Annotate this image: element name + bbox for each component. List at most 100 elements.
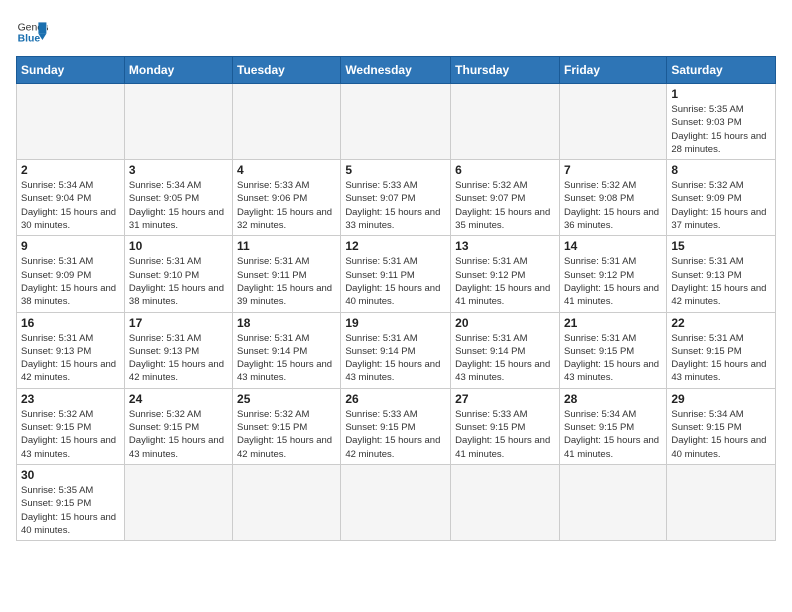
calendar-day bbox=[667, 464, 776, 540]
calendar-day: 20 Sunrise: 5:31 AMSunset: 9:14 PMDayligh… bbox=[451, 312, 560, 388]
day-info: Sunrise: 5:32 AMSunset: 9:15 PMDaylight:… bbox=[129, 408, 228, 461]
calendar-day: 23Sunrise: 5:32 AMSunset: 9:15 PMDayligh… bbox=[17, 388, 125, 464]
calendar-day: 11 Sunrise: 5:31 AMSunset: 9:11 PMDayligh… bbox=[233, 236, 341, 312]
day-number: 11 bbox=[237, 239, 336, 253]
calendar-week-2: 2 Sunrise: 5:34 AMSunset: 9:04 PMDaylight… bbox=[17, 160, 776, 236]
calendar-day: 2 Sunrise: 5:34 AMSunset: 9:04 PMDaylight… bbox=[17, 160, 125, 236]
calendar-day bbox=[233, 84, 341, 160]
calendar-day: 3 Sunrise: 5:34 AMSunset: 9:05 PMDaylight… bbox=[124, 160, 232, 236]
calendar-day: 28Sunrise: 5:34 AMSunset: 9:15 PMDayligh… bbox=[559, 388, 666, 464]
day-number: 2 bbox=[21, 163, 120, 177]
day-info: Sunrise: 5:33 AMSunset: 9:15 PMDaylight:… bbox=[455, 408, 555, 461]
day-number: 12 bbox=[345, 239, 446, 253]
calendar-day: 7 Sunrise: 5:32 AMSunset: 9:08 PMDaylight… bbox=[559, 160, 666, 236]
calendar-day: 30Sunrise: 5:35 AMSunset: 9:15 PMDayligh… bbox=[17, 464, 125, 540]
day-number: 26 bbox=[345, 392, 446, 406]
calendar-day: 29 Sunrise: 5:34 AMSunset: 9:15 PMDayligh… bbox=[667, 388, 776, 464]
day-info: Sunrise: 5:31 AMSunset: 9:15 PMDaylight:… bbox=[671, 332, 771, 385]
day-number: 22 bbox=[671, 316, 771, 330]
day-number: 5 bbox=[345, 163, 446, 177]
calendar-day bbox=[559, 464, 666, 540]
calendar-day: 12 Sunrise: 5:31 AMSunset: 9:11 PMDayligh… bbox=[341, 236, 451, 312]
day-info: Sunrise: 5:32 AMSunset: 9:07 PMDaylight:… bbox=[455, 179, 555, 232]
day-number: 24 bbox=[129, 392, 228, 406]
calendar-day: 6 Sunrise: 5:32 AMSunset: 9:07 PMDaylight… bbox=[451, 160, 560, 236]
calendar-week-3: 9 Sunrise: 5:31 AMSunset: 9:09 PMDaylight… bbox=[17, 236, 776, 312]
day-number: 8 bbox=[671, 163, 771, 177]
day-info: Sunrise: 5:34 AMSunset: 9:15 PMDaylight:… bbox=[564, 408, 662, 461]
calendar-day: 24 Sunrise: 5:32 AMSunset: 9:15 PMDayligh… bbox=[124, 388, 232, 464]
day-number: 17 bbox=[129, 316, 228, 330]
weekday-header-friday: Friday bbox=[559, 57, 666, 84]
page: General Blue SundayMondayTuesdayWednesda… bbox=[0, 0, 792, 557]
calendar-day: 18 Sunrise: 5:31 AMSunset: 9:14 PMDayligh… bbox=[233, 312, 341, 388]
calendar-week-4: 16 Sunrise: 5:31 AMSunset: 9:13 PMDayligh… bbox=[17, 312, 776, 388]
weekday-header-wednesday: Wednesday bbox=[341, 57, 451, 84]
calendar-day: 22 Sunrise: 5:31 AMSunset: 9:15 PMDayligh… bbox=[667, 312, 776, 388]
day-info: Sunrise: 5:31 AMSunset: 9:14 PMDaylight:… bbox=[237, 332, 336, 385]
calendar-week-6: 30Sunrise: 5:35 AMSunset: 9:15 PMDayligh… bbox=[17, 464, 776, 540]
calendar-day: 21 Sunrise: 5:31 AMSunset: 9:15 PMDayligh… bbox=[559, 312, 666, 388]
weekday-header-sunday: Sunday bbox=[17, 57, 125, 84]
day-number: 6 bbox=[455, 163, 555, 177]
calendar-day bbox=[451, 464, 560, 540]
day-info: Sunrise: 5:31 AMSunset: 9:14 PMDaylight:… bbox=[455, 332, 555, 385]
day-number: 30 bbox=[21, 468, 120, 482]
day-info: Sunrise: 5:31 AMSunset: 9:11 PMDaylight:… bbox=[345, 255, 446, 308]
calendar-day bbox=[124, 464, 232, 540]
day-info: Sunrise: 5:34 AMSunset: 9:05 PMDaylight:… bbox=[129, 179, 228, 232]
calendar-day: 25Sunrise: 5:32 AMSunset: 9:15 PMDayligh… bbox=[233, 388, 341, 464]
day-number: 15 bbox=[671, 239, 771, 253]
day-number: 25 bbox=[237, 392, 336, 406]
calendar-day: 1Sunrise: 5:35 AMSunset: 9:03 PMDaylight… bbox=[667, 84, 776, 160]
day-info: Sunrise: 5:31 AMSunset: 9:09 PMDaylight:… bbox=[21, 255, 120, 308]
calendar-day: 14Sunrise: 5:31 AMSunset: 9:12 PMDayligh… bbox=[559, 236, 666, 312]
day-number: 7 bbox=[564, 163, 662, 177]
day-number: 3 bbox=[129, 163, 228, 177]
calendar-day bbox=[341, 464, 451, 540]
day-number: 9 bbox=[21, 239, 120, 253]
day-info: Sunrise: 5:33 AMSunset: 9:15 PMDaylight:… bbox=[345, 408, 446, 461]
day-number: 29 bbox=[671, 392, 771, 406]
calendar-day: 16 Sunrise: 5:31 AMSunset: 9:13 PMDayligh… bbox=[17, 312, 125, 388]
calendar-day: 10Sunrise: 5:31 AMSunset: 9:10 PMDayligh… bbox=[124, 236, 232, 312]
day-number: 21 bbox=[564, 316, 662, 330]
day-info: Sunrise: 5:32 AMSunset: 9:08 PMDaylight:… bbox=[564, 179, 662, 232]
logo: General Blue bbox=[16, 16, 48, 48]
calendar-day: 8 Sunrise: 5:32 AMSunset: 9:09 PMDaylight… bbox=[667, 160, 776, 236]
calendar-day: 15 Sunrise: 5:31 AMSunset: 9:13 PMDayligh… bbox=[667, 236, 776, 312]
day-info: Sunrise: 5:31 AMSunset: 9:13 PMDaylight:… bbox=[129, 332, 228, 385]
day-info: Sunrise: 5:34 AMSunset: 9:04 PMDaylight:… bbox=[21, 179, 120, 232]
weekday-header-row: SundayMondayTuesdayWednesdayThursdayFrid… bbox=[17, 57, 776, 84]
calendar-table: SundayMondayTuesdayWednesdayThursdayFrid… bbox=[16, 56, 776, 541]
day-info: Sunrise: 5:33 AMSunset: 9:06 PMDaylight:… bbox=[237, 179, 336, 232]
svg-text:Blue: Blue bbox=[18, 34, 41, 45]
logo-icon: General Blue bbox=[16, 16, 48, 48]
day-info: Sunrise: 5:32 AMSunset: 9:15 PMDaylight:… bbox=[21, 408, 120, 461]
calendar-day: 5Sunrise: 5:33 AMSunset: 9:07 PMDaylight… bbox=[341, 160, 451, 236]
calendar-day bbox=[341, 84, 451, 160]
day-info: Sunrise: 5:34 AMSunset: 9:15 PMDaylight:… bbox=[671, 408, 771, 461]
day-number: 13 bbox=[455, 239, 555, 253]
day-number: 16 bbox=[21, 316, 120, 330]
day-number: 20 bbox=[455, 316, 555, 330]
calendar-day: 13 Sunrise: 5:31 AMSunset: 9:12 PMDayligh… bbox=[451, 236, 560, 312]
weekday-header-saturday: Saturday bbox=[667, 57, 776, 84]
day-number: 27 bbox=[455, 392, 555, 406]
weekday-header-tuesday: Tuesday bbox=[233, 57, 341, 84]
day-info: Sunrise: 5:31 AMSunset: 9:13 PMDaylight:… bbox=[21, 332, 120, 385]
day-info: Sunrise: 5:31 AMSunset: 9:14 PMDaylight:… bbox=[345, 332, 446, 385]
day-info: Sunrise: 5:31 AMSunset: 9:11 PMDaylight:… bbox=[237, 255, 336, 308]
day-info: Sunrise: 5:31 AMSunset: 9:15 PMDaylight:… bbox=[564, 332, 662, 385]
day-number: 10 bbox=[129, 239, 228, 253]
day-info: Sunrise: 5:31 AMSunset: 9:12 PMDaylight:… bbox=[564, 255, 662, 308]
day-info: Sunrise: 5:32 AMSunset: 9:09 PMDaylight:… bbox=[671, 179, 771, 232]
day-info: Sunrise: 5:31 AMSunset: 9:13 PMDaylight:… bbox=[671, 255, 771, 308]
day-number: 19 bbox=[345, 316, 446, 330]
day-number: 18 bbox=[237, 316, 336, 330]
calendar-day: 27 Sunrise: 5:33 AMSunset: 9:15 PMDayligh… bbox=[451, 388, 560, 464]
day-info: Sunrise: 5:31 AMSunset: 9:12 PMDaylight:… bbox=[455, 255, 555, 308]
day-info: Sunrise: 5:35 AMSunset: 9:03 PMDaylight:… bbox=[671, 103, 771, 156]
calendar-day: 4Sunrise: 5:33 AMSunset: 9:06 PMDaylight… bbox=[233, 160, 341, 236]
calendar-week-5: 23Sunrise: 5:32 AMSunset: 9:15 PMDayligh… bbox=[17, 388, 776, 464]
